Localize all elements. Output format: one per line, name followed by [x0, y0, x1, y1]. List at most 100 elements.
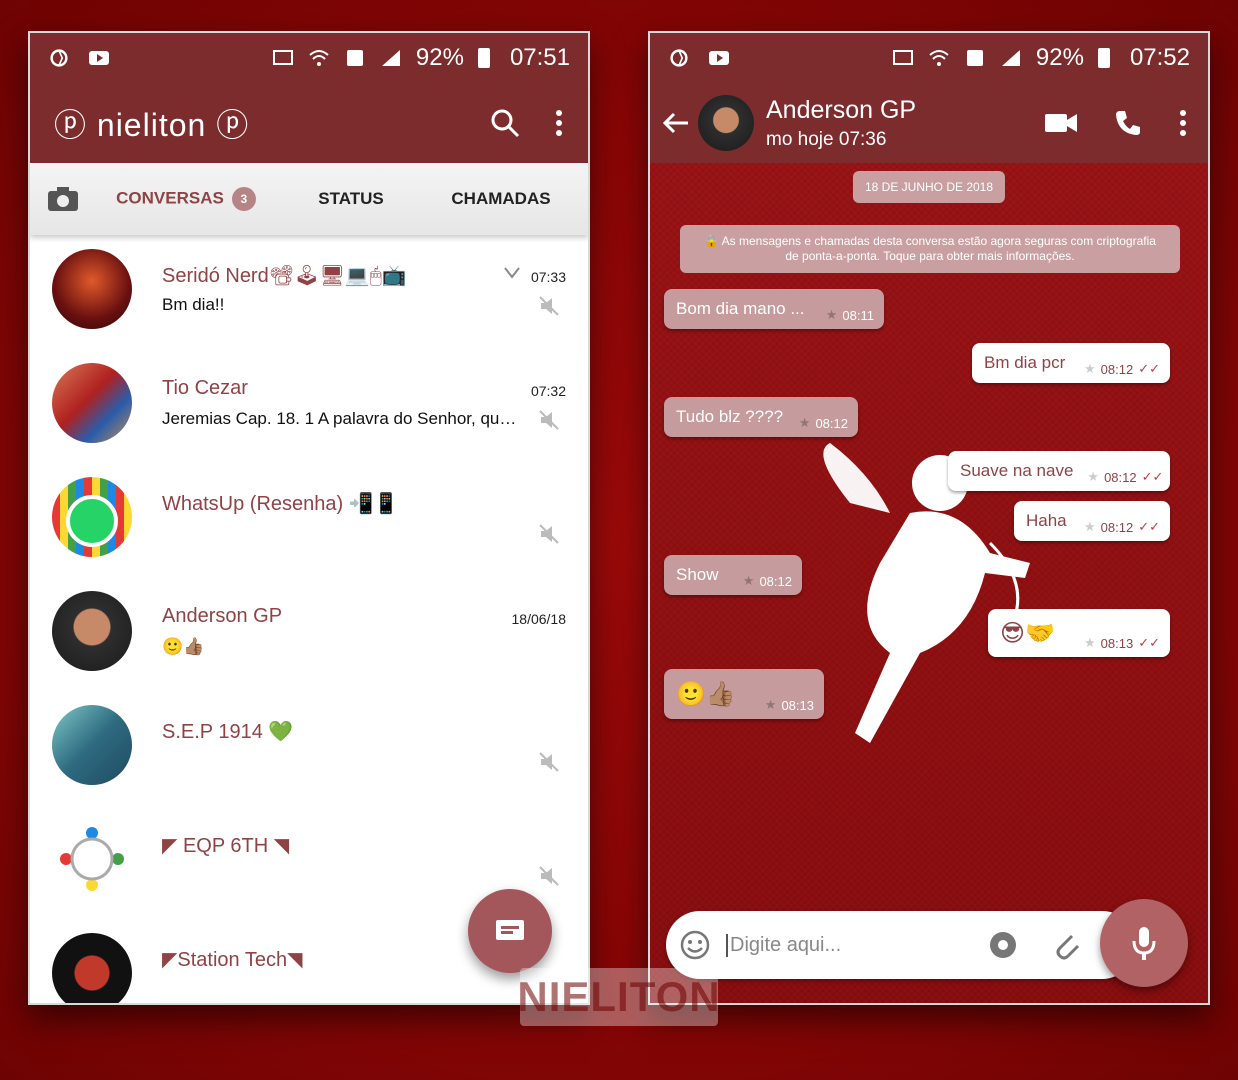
message-time: 08:12 — [1100, 361, 1134, 377]
camera-icon — [48, 187, 78, 211]
contact-info[interactable]: Anderson GP mo hoje 07:36 — [766, 96, 916, 151]
whatsapp-logo-icon — [66, 495, 118, 547]
avatar — [52, 477, 132, 557]
chat-name: Tio Cezar — [162, 377, 248, 399]
tab-label: CHAMADAS — [451, 189, 551, 208]
message-text: 🙂👍🏽 — [676, 680, 736, 708]
chat-name: ◤ EQP 6TH ◥ — [162, 835, 290, 857]
nfc-icon — [966, 50, 983, 66]
chevron-down-icon[interactable] — [504, 267, 520, 279]
message-bubble[interactable]: Show ★ 08:12 — [664, 555, 802, 595]
tab-conversas[interactable]: CONVERSAS 3 — [96, 187, 276, 211]
message-bubble[interactable]: Bom dia mano ... ★ 08:11 — [664, 289, 884, 329]
contact-avatar[interactable] — [698, 95, 754, 151]
tab-status[interactable]: STATUS — [276, 189, 426, 209]
message-bubble[interactable]: Haha ★ 08:12 ✓✓ — [1014, 501, 1170, 541]
search-icon[interactable] — [490, 108, 520, 138]
message-bubble[interactable]: 😎🤝 ★ 08:13 ✓✓ — [988, 609, 1170, 657]
message-text: 😎🤝 — [1000, 619, 1055, 647]
star-icon: ★ — [764, 697, 777, 712]
more-options-icon[interactable] — [1178, 108, 1188, 138]
team-logo-icon — [60, 827, 124, 891]
attach-icon[interactable] — [1052, 930, 1082, 960]
status-bar: 92% 07:51 — [30, 33, 588, 83]
double-check-icon: ✓✓ — [1141, 469, 1164, 484]
status-bar: 92% 07:52 — [650, 33, 1208, 83]
avatar — [52, 249, 132, 329]
encryption-notice[interactable]: 🔒 As mensagens e chamadas desta conversa… — [680, 225, 1180, 273]
message-input[interactable]: Digite aqui... — [726, 933, 841, 957]
message-text: Tudo blz ???? — [676, 407, 784, 426]
chat-time: 18/06/18 — [511, 611, 567, 627]
message-time: 08:12 — [759, 573, 792, 589]
camera-shutter-icon[interactable] — [988, 930, 1018, 960]
double-check-icon: ✓✓ — [1138, 519, 1160, 534]
back-arrow-icon[interactable] — [662, 111, 690, 135]
phone-call-icon[interactable] — [1114, 109, 1142, 137]
chat-time: 07:33 — [530, 269, 566, 285]
chat-name: Seridó Nerd📽🕹🖥💻🖱📺 — [162, 265, 407, 287]
clock: 07:52 — [1129, 44, 1190, 71]
chat-name: S.E.P 1914 💚 — [162, 721, 294, 743]
message-time: 08:13 — [781, 697, 814, 713]
watermark: NIELITON — [517, 968, 720, 1026]
star-icon: ★ — [798, 415, 811, 430]
chat-time: 07:32 — [530, 383, 566, 399]
app-title: ⓟ nieliton ⓟ — [54, 107, 250, 143]
cast-icon — [272, 50, 293, 65]
emoji-icon[interactable] — [680, 930, 710, 960]
muted-icon — [539, 296, 559, 316]
signal-icon — [381, 50, 400, 66]
message-bubble[interactable]: Suave na nave ★ 08:12 ✓✓ — [948, 451, 1170, 491]
message-bubble[interactable]: Bm dia pcr ★ 08:12 ✓✓ — [972, 343, 1170, 383]
youtube-icon — [709, 51, 729, 65]
double-check-icon: ✓✓ — [1138, 635, 1160, 650]
chat-row[interactable]: Anderson GP 🙂👍🏽 18/06/18 — [30, 577, 588, 690]
chat-name: Anderson GP — [162, 605, 283, 627]
chat-preview: 🙂👍🏽 — [162, 637, 205, 656]
message-text: Suave na nave — [960, 461, 1074, 480]
microphone-icon — [1132, 927, 1156, 960]
conversation-area[interactable]: 18 DE JUNHO DE 2018 🔒 As mensagens e cha… — [650, 163, 1208, 1003]
wifi-icon — [929, 50, 949, 66]
nfc-icon — [346, 50, 363, 66]
chat-row[interactable]: Seridó Nerd📽🕹🖥💻🖱📺 Bm dia!! 07:33 — [30, 235, 588, 348]
last-seen: mo hoje 07:36 — [766, 128, 887, 150]
message-time: 08:11 — [842, 307, 874, 323]
message-bubble[interactable]: Tudo blz ???? ★ 08:12 — [664, 397, 858, 437]
muted-icon — [539, 752, 559, 772]
message-bubble[interactable]: 🙂👍🏽 ★ 08:13 — [664, 669, 824, 719]
star-icon: ★ — [1084, 635, 1096, 650]
contact-name: Anderson GP — [766, 95, 917, 124]
voice-message-button[interactable] — [1100, 899, 1188, 987]
chat-row[interactable]: Tio Cezar Jeremias Cap. 18. 1 A palavra … — [30, 349, 588, 462]
battery-icon — [477, 48, 490, 68]
new-chat-button[interactable] — [468, 889, 552, 973]
aperture-icon — [670, 49, 688, 67]
message-text: Bom dia mano ... — [676, 299, 805, 318]
star-icon: ★ — [742, 573, 755, 588]
star-icon: ★ — [1084, 519, 1096, 534]
message-text: Show — [676, 565, 719, 584]
avatar — [52, 363, 132, 443]
tab-label: STATUS — [318, 189, 384, 208]
tab-label: CONVERSAS — [116, 188, 224, 208]
aperture-icon — [50, 49, 68, 67]
tab-chamadas[interactable]: CHAMADAS — [426, 189, 576, 209]
message-time: 08:12 — [815, 415, 848, 431]
battery-percent: 92% — [415, 44, 464, 71]
chat-row[interactable]: WhatsUp (Resenha) 📲📱 — [30, 463, 588, 576]
avatar — [52, 705, 132, 785]
tab-camera[interactable] — [30, 186, 96, 212]
more-options-icon[interactable] — [554, 108, 564, 138]
video-call-icon[interactable] — [1044, 112, 1078, 134]
message-text: Bm dia pcr — [984, 353, 1066, 372]
message-composer[interactable]: Digite aqui... — [666, 911, 1136, 979]
battery-icon — [1097, 48, 1110, 68]
phone-chat-list: 92% 07:51 ⓟ nieliton ⓟ CONVERSAS 3 STATUS… — [28, 31, 590, 1005]
chat-row[interactable]: S.E.P 1914 💚 — [30, 691, 588, 804]
tab-bar: CONVERSAS 3 STATUS CHAMADAS — [30, 163, 588, 235]
chat-name: ◤Station Tech◥ — [162, 949, 303, 971]
avatar — [52, 933, 132, 1003]
muted-icon — [539, 410, 559, 430]
